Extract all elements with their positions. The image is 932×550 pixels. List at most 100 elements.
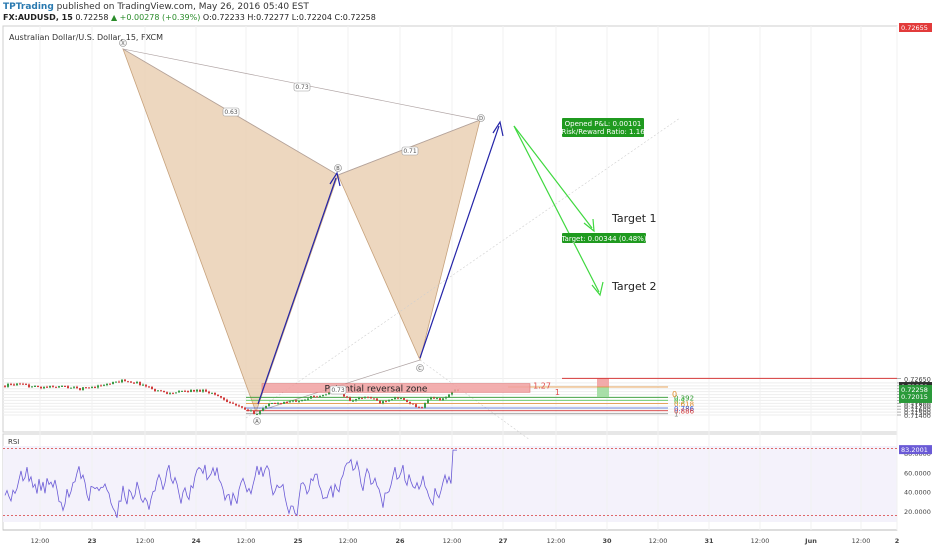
candle-body-143 <box>433 397 435 399</box>
candle-body-120 <box>364 396 366 399</box>
candle-body-88 <box>268 403 270 406</box>
candle-body-91 <box>277 403 279 405</box>
fib-label-5: 1 <box>674 411 678 419</box>
price-badges: 0.726550.723590.7225804:080.72015 <box>899 23 932 403</box>
candle-body-41 <box>127 381 129 383</box>
candle-body-98 <box>298 401 300 403</box>
stop-zone <box>597 378 609 388</box>
time-label-17: 2 <box>895 537 900 545</box>
candle-body-5 <box>19 383 21 385</box>
candle-body-125 <box>379 400 381 404</box>
candle-body-18 <box>58 386 60 388</box>
candle-body-140 <box>424 402 426 408</box>
candle-body-84 <box>256 414 258 416</box>
candle-body-138 <box>418 407 420 409</box>
candle-body-92 <box>280 403 282 405</box>
candle-body-52 <box>160 390 162 392</box>
price-badge-label-4: 0.72015 <box>901 393 928 401</box>
point-c-label: C <box>418 366 422 372</box>
candle-body-3 <box>13 384 15 386</box>
candle-body-39 <box>121 379 123 383</box>
candle-body-104 <box>316 396 318 398</box>
candle-body-146 <box>442 398 444 401</box>
candle-body-134 <box>406 399 408 403</box>
pnl-line1: Opened P&L: 0.00101 <box>565 120 642 128</box>
candle-body-87 <box>265 405 267 409</box>
candle-body-83 <box>253 410 255 415</box>
candle-body-128 <box>388 399 390 402</box>
candle-body-66 <box>202 389 204 392</box>
candle-body-21 <box>67 386 69 389</box>
candle-body-60 <box>184 390 186 392</box>
candle-body-123 <box>373 398 375 400</box>
candle-body-24 <box>76 386 78 389</box>
candle-body-132 <box>400 398 402 400</box>
candle-body-6 <box>22 383 24 385</box>
candle-body-96 <box>292 400 294 402</box>
candle-body-38 <box>118 381 120 383</box>
candle-body-136 <box>412 403 414 405</box>
candle-body-116 <box>352 400 354 402</box>
candle-body-72 <box>220 396 222 398</box>
candle-body-90 <box>274 402 276 404</box>
point-d-label: D <box>479 116 483 122</box>
pnl-line2: Risk/Reward Ratio: 1.16 <box>561 128 645 136</box>
time-label-8: 12:00 <box>443 537 462 545</box>
candle-body-9 <box>31 386 33 388</box>
fib-zero-label: 0 <box>672 390 677 399</box>
time-label-14: 12:00 <box>751 537 770 545</box>
candle-body-36 <box>112 382 114 385</box>
rsi-band <box>3 446 897 522</box>
rsi-tick-3: 20.0000 <box>904 508 931 516</box>
candle-body-23 <box>73 386 75 388</box>
candle-body-76 <box>232 402 234 404</box>
candle-body-25 <box>79 388 81 390</box>
time-label-7: 26 <box>395 537 405 545</box>
candle-body-28 <box>88 387 90 389</box>
candle-body-73 <box>223 397 225 400</box>
prz-ratio: 1.27 <box>533 382 551 391</box>
candle-body-55 <box>169 392 171 394</box>
candle-body-12 <box>40 386 42 389</box>
candle-body-67 <box>205 389 207 392</box>
time-label-1: 23 <box>87 537 96 545</box>
candle-body-1 <box>7 383 9 387</box>
candle-body-29 <box>91 387 93 389</box>
chart-canvas[interactable]: 0.3920.50.6180.7860.8861 Potential rever… <box>0 0 932 550</box>
candle-body-115 <box>349 397 351 401</box>
candle-body-53 <box>163 390 165 393</box>
candle-body-77 <box>235 403 237 406</box>
candle-body-103 <box>313 396 315 398</box>
candle-body-121 <box>367 396 369 398</box>
candle-body-130 <box>394 397 396 400</box>
target-box-text: Target: 0.00344 (0.48%) <box>560 235 646 243</box>
candle-body-16 <box>52 385 54 387</box>
time-label-10: 12:00 <box>547 537 566 545</box>
candle-body-127 <box>385 401 387 403</box>
ratio-bd: 0.71 <box>403 148 417 155</box>
candle-body-13 <box>43 386 45 389</box>
candle-body-95 <box>289 401 291 403</box>
candle-body-65 <box>199 389 201 392</box>
candle-body-137 <box>415 404 417 408</box>
candle-body-122 <box>370 397 372 399</box>
time-label-15: Jun <box>804 537 817 545</box>
candle-body-26 <box>82 387 84 390</box>
candle-body-31 <box>97 385 99 388</box>
time-label-12: 12:00 <box>649 537 668 545</box>
candle-body-35 <box>109 383 111 385</box>
candle-body-144 <box>436 398 438 400</box>
candle-body-43 <box>133 382 135 384</box>
candle-body-19 <box>61 385 63 387</box>
candle-body-75 <box>229 401 231 403</box>
candle-body-100 <box>304 399 306 401</box>
time-label-11: 30 <box>602 537 612 545</box>
candle-body-17 <box>55 386 57 388</box>
candle-body-148 <box>448 394 450 398</box>
candle-body-81 <box>247 409 249 411</box>
time-label-0: 12:00 <box>31 537 50 545</box>
target1-label: Target 1 <box>611 212 657 225</box>
candle-body-114 <box>346 396 348 398</box>
candle-body-14 <box>46 386 48 388</box>
price-tick-label-12: 0.71400 <box>904 412 931 420</box>
